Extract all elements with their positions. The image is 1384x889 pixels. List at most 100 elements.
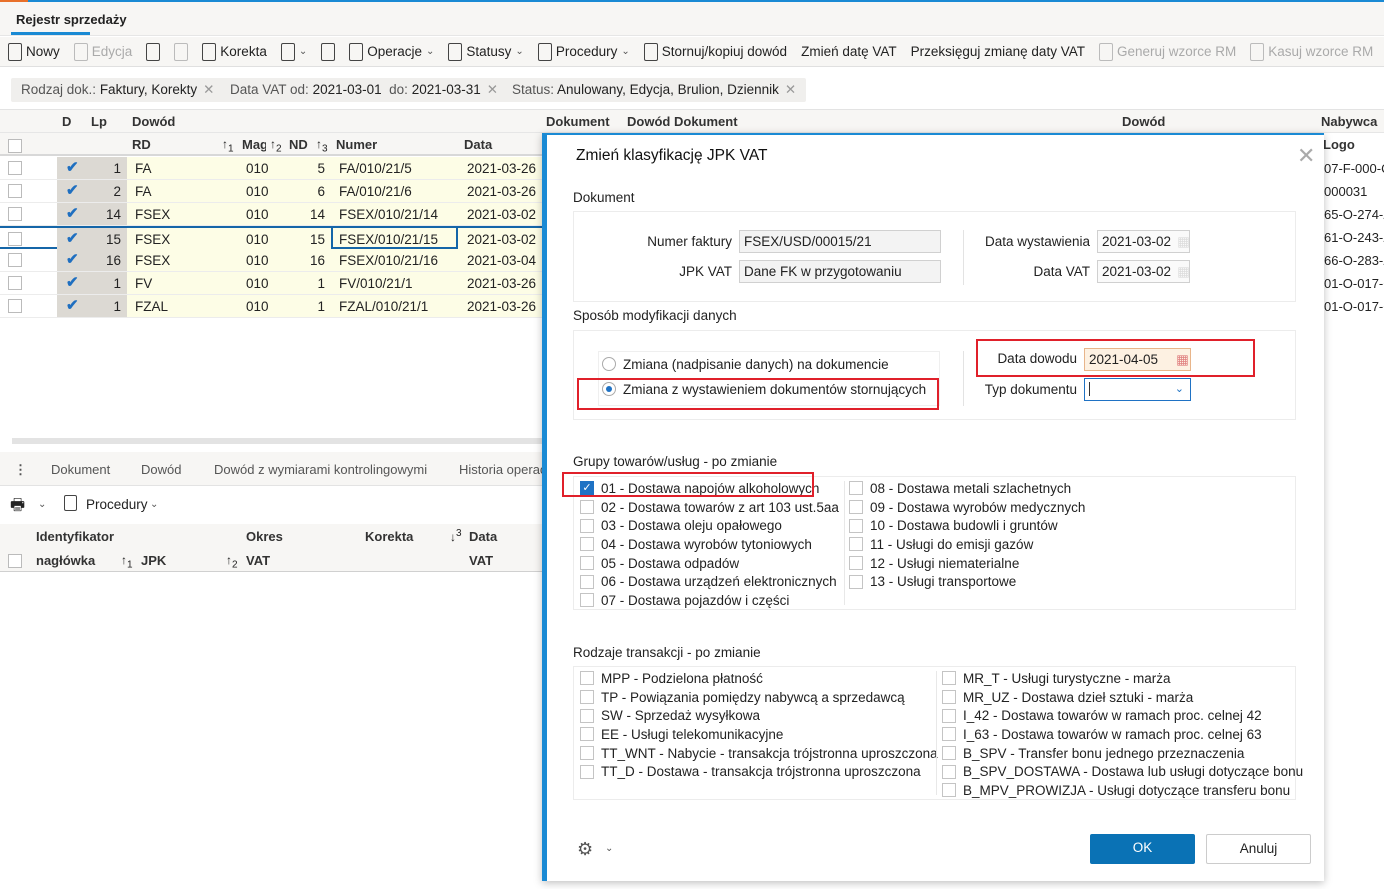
col-jpk[interactable]: JPK	[141, 553, 166, 568]
checkbox-item[interactable]: 11 - Usługi do emisji gazów	[849, 535, 1085, 554]
checkbox-item[interactable]: 10 - Dostawa budowli i gruntów	[849, 516, 1085, 535]
col-dowod-3[interactable]: Dowód	[1122, 114, 1165, 129]
col-lp[interactable]: Lp	[91, 114, 107, 129]
checkbox-item[interactable]: TT_D - Dostawa - transakcja trójstronna …	[580, 762, 938, 781]
table-row[interactable]: ✔ 16 FSEX 010 16 FSEX/010/21/16 2021-03-…	[0, 249, 545, 272]
checkbox[interactable]	[942, 764, 956, 779]
data-wystawienia-field[interactable]: 2021-03-02 ▦	[1097, 230, 1190, 253]
checkbox-item[interactable]: 08 - Dostawa metali szlachetnych	[849, 479, 1085, 498]
tab-dowod-wymiary[interactable]: Dowód z wymiarami kontrolingowymi	[214, 462, 427, 477]
checkbox[interactable]	[942, 783, 956, 798]
checkbox-item[interactable]: 02 - Dostawa towarów z art 103 ust.5aa	[580, 498, 839, 517]
chevron-down-icon[interactable]: ⌄	[150, 499, 158, 510]
checkbox-item[interactable]: B_MPV_PROWIZJA - Usługi dotyczące transf…	[942, 781, 1303, 800]
checkbox[interactable]	[580, 518, 594, 533]
checkbox[interactable]	[580, 537, 594, 552]
table-row[interactable]: ✔ 2 FA 010 6 FA/010/21/6 2021-03-26	[0, 180, 545, 203]
checkbox[interactable]	[580, 746, 594, 761]
col-dowod-2[interactable]: Dowód	[627, 114, 670, 129]
zmień-datę-vat-button[interactable]: Zmień datę VAT	[801, 44, 897, 59]
checkbox-item[interactable]: B_SPV - Transfer bonu jednego przeznacze…	[942, 744, 1303, 763]
more-icon[interactable]: ⋮	[14, 462, 27, 478]
checkbox-item[interactable]: 04 - Dostawa wyrobów tytoniowych	[580, 535, 839, 554]
checkbox-item[interactable]: 07 - Dostawa pojazdów i części	[580, 591, 839, 610]
radio-nadpisanie[interactable]: Zmiana (nadpisanie danych) na dokumencie	[602, 355, 889, 374]
row-checkbox[interactable]	[8, 299, 22, 313]
checkbox[interactable]	[849, 481, 863, 496]
checkbox-item[interactable]: TT_WNT - Nabycie - transakcja trójstronn…	[580, 744, 938, 763]
checkbox[interactable]	[580, 593, 594, 608]
col-naglowka[interactable]: nagłówka	[36, 553, 95, 568]
close-icon[interactable]: ✕	[203, 82, 214, 97]
checkbox-item[interactable]: TP - Powiązania pomiędzy nabywcą a sprze…	[580, 688, 938, 707]
checkbox-item[interactable]: 03 - Dostawa oleju opałowego	[580, 516, 839, 535]
checkbox-item[interactable]: 12 - Usługi niematerialne	[849, 554, 1085, 573]
checkbox-item[interactable]: 13 - Usługi transportowe	[849, 572, 1085, 591]
tab-historia[interactable]: Historia operacji	[459, 462, 552, 477]
nowy-button[interactable]: Nowy	[8, 42, 60, 61]
attachment-button[interactable]	[321, 42, 336, 61]
row-checkbox[interactable]	[8, 161, 22, 175]
chevron-down-icon[interactable]: ⌄	[515, 46, 523, 57]
procedury-button[interactable]: Procedury	[86, 497, 148, 512]
col-d[interactable]: D	[62, 114, 71, 129]
checkbox[interactable]	[580, 708, 594, 723]
chevron-down-icon[interactable]: ⌄	[621, 46, 629, 57]
row-checkbox[interactable]	[8, 276, 22, 290]
close-icon[interactable]: ✕	[785, 82, 796, 97]
przeksięguj-zmianę-daty-vat-button[interactable]: Przeksięguj zmianę daty VAT	[911, 44, 1085, 59]
checkbox[interactable]	[580, 574, 594, 589]
stornuj-kopiuj-dowód-button[interactable]: Stornuj/kopiuj dowód	[643, 42, 787, 61]
col-dokument-2[interactable]: Dokument	[674, 114, 738, 129]
checkbox[interactable]	[942, 708, 956, 723]
select-all-checkbox[interactable]	[8, 554, 22, 568]
table-row[interactable]: ✔ 15 FSEX 010 15 FSEX/010/21/15 2021-03-…	[0, 226, 545, 250]
table-row[interactable]: ✔ 1 FZAL 010 1 FZAL/010/21/1 2021-03-26	[0, 295, 545, 318]
checkbox[interactable]	[580, 727, 594, 742]
col-korekta[interactable]: Korekta	[365, 529, 413, 544]
checkbox-item[interactable]: MPP - Podzielona płatność	[580, 669, 938, 688]
ok-button[interactable]: OK	[1090, 834, 1195, 864]
cancel-button[interactable]: Anuluj	[1206, 834, 1311, 864]
checkbox-item[interactable]: 09 - Dostawa wyrobów medycznych	[849, 498, 1085, 517]
select-all-checkbox[interactable]	[8, 139, 22, 153]
chevron-down-icon[interactable]: ⌄	[426, 46, 434, 57]
tab-dowod[interactable]: Dowód	[141, 462, 181, 477]
table-row[interactable]: ✔ 1 FA 010 5 FA/010/21/5 2021-03-26	[0, 157, 545, 180]
col-numer[interactable]: Numer	[336, 137, 377, 152]
checkbox[interactable]	[849, 500, 863, 515]
checkbox[interactable]	[942, 690, 956, 705]
data-vat-field[interactable]: 2021-03-02 ▦	[1097, 260, 1190, 283]
row-checkbox[interactable]	[8, 253, 22, 267]
chevron-down-icon[interactable]: ⌄	[605, 843, 613, 854]
checkbox[interactable]	[849, 556, 863, 571]
checkbox[interactable]	[849, 574, 863, 589]
col-vat[interactable]: VAT	[246, 553, 270, 568]
chevron-down-icon[interactable]: ⌄	[299, 46, 307, 57]
generuj-wzorce-rm-button[interactable]: Generuj wzorce RM	[1098, 42, 1236, 61]
table-row[interactable]: ✔ 1 FV 010 1 FV/010/21/1 2021-03-26	[0, 272, 545, 295]
tab-dokument[interactable]: Dokument	[51, 462, 110, 477]
kasuj-wzorce-rm-button[interactable]: Kasuj wzorce RM	[1250, 42, 1373, 61]
checkbox[interactable]	[942, 671, 956, 686]
col-logo[interactable]: Logo	[1323, 137, 1355, 152]
checkbox[interactable]	[849, 518, 863, 533]
procedury-button[interactable]: Procedury ⌄	[537, 42, 630, 61]
filter-chip-rodzaj[interactable]: Rodzaj dok.: Faktury, Korekty ✕	[11, 78, 225, 102]
col-rd[interactable]: RD	[132, 137, 151, 152]
statusy-button[interactable]: Statusy ⌄	[448, 42, 524, 61]
tab-rejestr-sprzedazy[interactable]: Rejestr sprzedaży	[16, 12, 127, 27]
col-okres[interactable]: Okres	[246, 529, 283, 544]
typ-dokumentu-select[interactable]: ⌄	[1084, 378, 1191, 401]
checkbox-item[interactable]: MR_UZ - Dostawa dzieł sztuki - marża	[942, 688, 1303, 707]
checkbox-item[interactable]: MR_T - Usługi turystyczne - marża	[942, 669, 1303, 688]
delete-doc-button[interactable]	[174, 42, 189, 61]
checkbox[interactable]	[580, 500, 594, 515]
col-data[interactable]: Data	[469, 529, 497, 544]
checkbox[interactable]	[580, 764, 594, 779]
table-row[interactable]: ✔ 14 FSEX 010 14 FSEX/010/21/14 2021-03-…	[0, 203, 545, 226]
col-dokument[interactable]: Dokument	[546, 114, 610, 129]
col-mag[interactable]: Mag	[242, 137, 266, 152]
filter-chip-status[interactable]: Status: Anulowany, Edycja, Brulion, Dzie…	[502, 78, 807, 102]
row-checkbox[interactable]	[8, 207, 22, 221]
